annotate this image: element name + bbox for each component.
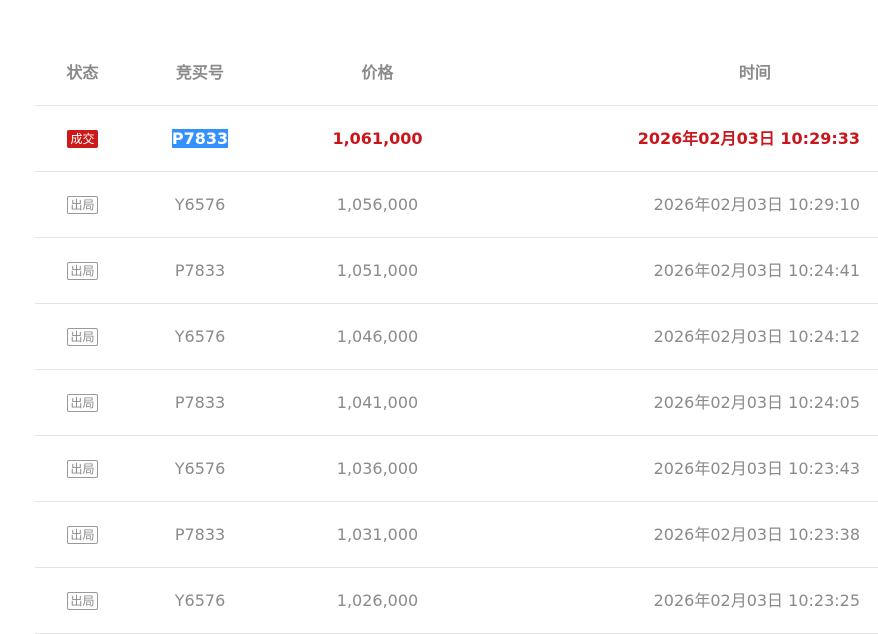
bidder-cell: Y6576 xyxy=(174,591,226,610)
status-badge-out: 出局 xyxy=(67,327,98,346)
time-cell: 2026年02月03日 10:29:10 xyxy=(653,195,860,214)
price-cell: 1,031,000 xyxy=(336,525,419,544)
status-badge-out: 出局 xyxy=(67,591,98,610)
time-cell: 2026年02月03日 10:24:41 xyxy=(653,261,860,280)
status-cell: 成交 xyxy=(35,106,130,171)
header-time: 时间 xyxy=(738,63,771,82)
status-cell: 出局 xyxy=(35,568,130,633)
header-status: 状态 xyxy=(66,63,99,82)
time-cell: 2026年02月03日 10:24:05 xyxy=(653,393,860,412)
bidder-cell: P7833 xyxy=(174,393,226,412)
time-cell: 2026年02月03日 10:23:25 xyxy=(653,591,860,610)
table-row: 出局 P7833 1,031,000 2026年02月03日 10:23:38 xyxy=(35,502,878,568)
table-row: 出局 Y6576 1,036,000 2026年02月03日 10:23:43 xyxy=(35,436,878,502)
bidder-cell: P7833 xyxy=(174,525,226,544)
status-cell: 出局 xyxy=(35,172,130,237)
status-badge-out: 出局 xyxy=(67,195,98,214)
time-cell: 2026年02月03日 10:29:33 xyxy=(637,129,860,148)
status-cell: 出局 xyxy=(35,304,130,369)
status-badge-out: 出局 xyxy=(67,393,98,412)
table-row: 出局 P7833 1,041,000 2026年02月03日 10:24:05 xyxy=(35,370,878,436)
status-cell: 出局 xyxy=(35,502,130,567)
time-cell: 2026年02月03日 10:23:43 xyxy=(653,459,860,478)
table-row: 成交 P7833 1,061,000 2026年02月03日 10:29:33 xyxy=(35,106,878,172)
bidder-number-selected[interactable]: P7833 xyxy=(171,129,229,148)
header-price: 价格 xyxy=(361,63,394,82)
status-badge-out: 出局 xyxy=(67,525,98,544)
price-cell: 1,041,000 xyxy=(336,393,419,412)
price-cell: 1,051,000 xyxy=(336,261,419,280)
status-badge-deal: 成交 xyxy=(67,129,98,148)
table-row: 出局 Y6576 1,056,000 2026年02月03日 10:29:10 xyxy=(35,172,878,238)
status-badge-out: 出局 xyxy=(67,261,98,280)
price-cell: 1,036,000 xyxy=(336,459,419,478)
table-row: 出局 Y6576 1,026,000 2026年02月03日 10:23:25 xyxy=(35,568,878,634)
header-bidder: 竞买号 xyxy=(175,63,224,82)
bidder-cell: P7833 xyxy=(174,261,226,280)
bidder-cell: Y6576 xyxy=(174,459,226,478)
time-cell: 2026年02月03日 10:23:38 xyxy=(653,525,860,544)
price-cell: 1,026,000 xyxy=(336,591,419,610)
status-cell: 出局 xyxy=(35,238,130,303)
time-cell: 2026年02月03日 10:24:12 xyxy=(653,327,860,346)
price-cell: 1,056,000 xyxy=(336,195,419,214)
bidder-cell: Y6576 xyxy=(174,195,226,214)
bid-record-table: 状态 竞买号 价格 时间 成交 P7833 1,061,000 2026年02月… xyxy=(35,40,878,634)
table-row: 出局 Y6576 1,046,000 2026年02月03日 10:24:12 xyxy=(35,304,878,370)
table-header-row: 状态 竞买号 价格 时间 xyxy=(35,40,878,106)
bidder-cell: Y6576 xyxy=(174,327,226,346)
status-badge-out: 出局 xyxy=(67,459,98,478)
table-row: 出局 P7833 1,051,000 2026年02月03日 10:24:41 xyxy=(35,238,878,304)
bidder-cell[interactable]: P7833 xyxy=(160,106,240,171)
price-cell: 1,046,000 xyxy=(336,327,419,346)
price-cell: 1,061,000 xyxy=(332,129,423,148)
status-cell: 出局 xyxy=(35,370,130,435)
status-cell: 出局 xyxy=(35,436,130,501)
